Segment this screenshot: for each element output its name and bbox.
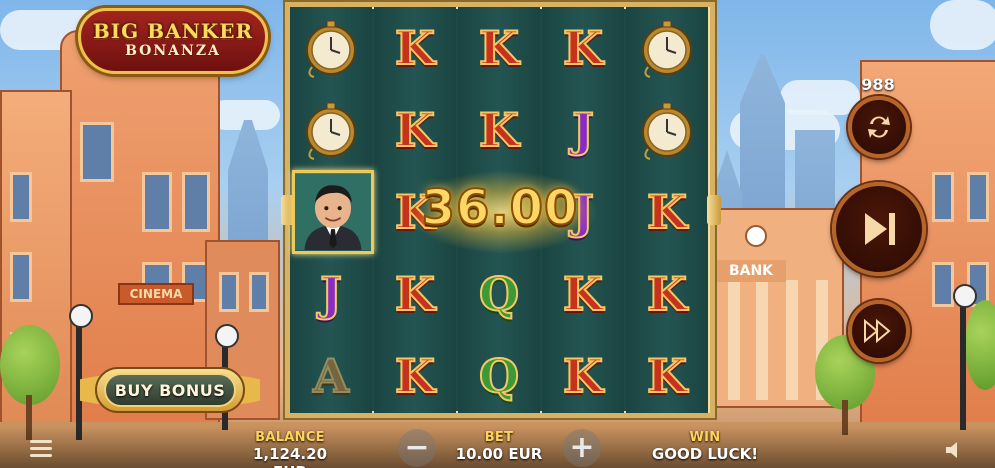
bet-label: BET	[484, 430, 514, 445]
reel-symbol: A	[290, 335, 372, 417]
play-skip-icon	[865, 213, 895, 245]
win-value: GOOD LUCK!	[651, 445, 759, 463]
reel-symbol: K	[542, 335, 624, 417]
menu-icon[interactable]	[30, 440, 52, 458]
bet-display: BET 10.00 EUR	[450, 430, 548, 463]
symbol-j: J	[571, 103, 595, 157]
bank-clock	[745, 225, 767, 247]
reel-symbol: Q	[458, 253, 540, 335]
reel-symbol	[626, 7, 708, 89]
symbol-k: K	[478, 103, 520, 157]
reel-symbol: J	[290, 253, 372, 335]
symbol-k: K	[646, 267, 688, 321]
win-label: WIN	[689, 430, 721, 445]
symbol-k: K	[646, 349, 688, 403]
bet-increase-button[interactable]: +	[563, 429, 601, 467]
symbol-q: Q	[478, 349, 520, 403]
sound-icon[interactable]	[944, 440, 966, 460]
plus-icon: +	[569, 430, 595, 465]
reel-symbol	[626, 89, 708, 171]
balance-display: BALANCE 1,124.20 EUR	[235, 430, 345, 468]
reel-symbol: K	[542, 253, 624, 335]
autoplay-count: 988	[861, 75, 895, 94]
symbol-k: K	[394, 267, 436, 321]
fast-forward-icon	[864, 319, 891, 343]
reel-symbol: K	[374, 335, 456, 417]
reel-symbol: K	[626, 171, 708, 253]
pocket-watch-icon	[636, 99, 698, 161]
symbol-a: A	[312, 349, 350, 403]
reel-symbol	[290, 89, 372, 171]
reel-symbol	[290, 7, 372, 89]
turbo-button[interactable]	[848, 300, 910, 362]
symbol-q: Q	[478, 267, 520, 321]
reel-symbol: J	[542, 89, 624, 171]
autoplay-icon	[868, 116, 890, 138]
symbol-k: K	[394, 103, 436, 157]
pocket-watch-icon	[636, 17, 698, 79]
reel-symbol: K	[374, 89, 456, 171]
bet-decrease-button[interactable]: −	[398, 429, 436, 467]
symbol-k: K	[562, 267, 604, 321]
minus-icon: −	[404, 430, 430, 465]
balance-label: BALANCE	[255, 430, 325, 445]
bank-sign: BANK	[716, 260, 786, 282]
reel-symbol: Q	[458, 335, 540, 417]
balance-value: 1,124.20 EUR	[252, 445, 328, 468]
game-logo: BIG BANKER BONANZA	[78, 8, 268, 74]
win-display: WIN GOOD LUCK!	[645, 430, 765, 463]
buy-bonus-label: BUY BONUS	[104, 373, 236, 407]
symbol-k: K	[478, 21, 520, 75]
buy-bonus-button[interactable]: BUY BONUS	[80, 360, 260, 420]
reel-symbol: K	[626, 335, 708, 417]
reel-symbol: K	[374, 253, 456, 335]
spin-button[interactable]	[832, 182, 926, 276]
logo-line-1: BIG BANKER	[92, 19, 254, 43]
autoplay-button[interactable]	[848, 96, 910, 158]
pocket-watch-icon	[300, 17, 362, 79]
reel-symbol: K	[626, 253, 708, 335]
symbol-k: K	[562, 349, 604, 403]
win-amount-overlay: 36.00	[421, 179, 579, 237]
reel-symbol: K	[458, 7, 540, 89]
reel-symbol: K	[374, 7, 456, 89]
bet-value: 10.00 EUR	[455, 445, 543, 463]
symbol-k: K	[562, 21, 604, 75]
symbol-k: K	[394, 349, 436, 403]
symbol-k: K	[646, 185, 688, 239]
symbol-k: K	[394, 21, 436, 75]
banker-wild-symbol	[292, 170, 374, 254]
cinema-sign: CINEMA	[118, 283, 194, 305]
pocket-watch-icon	[300, 99, 362, 161]
symbol-j: J	[319, 267, 343, 321]
frame-stud-right	[707, 195, 721, 225]
logo-line-2: BONANZA	[125, 43, 221, 59]
reel-symbol: K	[542, 7, 624, 89]
reel-symbol: K	[458, 89, 540, 171]
